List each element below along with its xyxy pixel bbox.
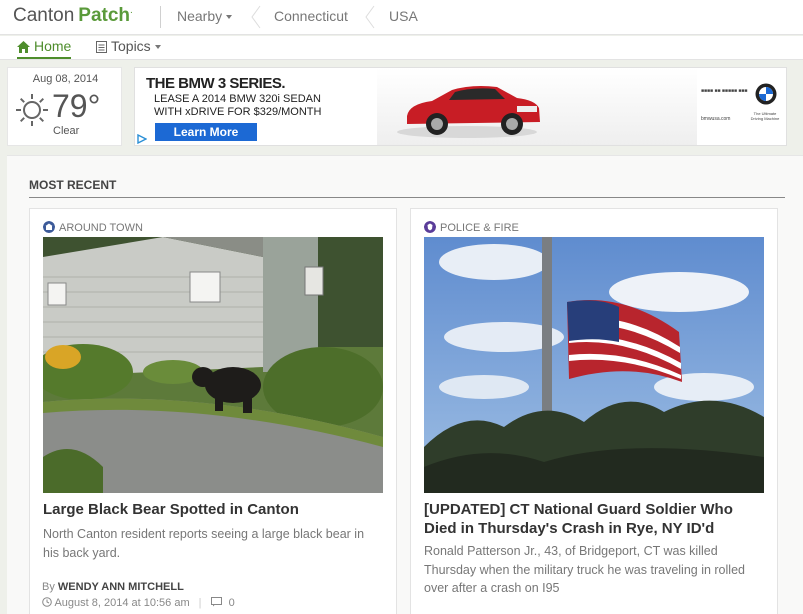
divider (160, 6, 161, 28)
article-meta: August 8, 2014 at 10:56 am | 0 (42, 597, 235, 609)
adchoices-icon[interactable] (137, 134, 147, 144)
town-icon (43, 221, 55, 233)
weather-widget[interactable]: Aug 08, 2014 79° Clear (7, 67, 122, 146)
article-byline: By WENDY ANN MITCHELL (42, 581, 184, 593)
breadcrumb-country[interactable]: USA (389, 8, 418, 24)
article-card[interactable]: POLICE & FIRE [UPDATED] CT National Guar… (410, 208, 778, 614)
article-date: August 8, 2014 at 10:56 am (54, 597, 190, 609)
ad-learn-more-button[interactable]: Learn More (155, 123, 257, 141)
nav-home[interactable]: Home (17, 38, 72, 59)
chevron-right-icon (251, 5, 261, 29)
comment-icon[interactable] (210, 597, 222, 607)
category-label: AROUND TOWN (59, 222, 143, 234)
ad-car-image (377, 68, 697, 145)
bear-photo (43, 237, 383, 493)
author-link[interactable]: WENDY ANN MITCHELL (58, 581, 184, 593)
chevron-right-icon (365, 5, 375, 29)
flag-photo (424, 237, 764, 493)
article-headline[interactable]: Large Black Bear Spotted in Canton (43, 500, 299, 519)
ad-copy: THE BMW 3 SERIES. LEASE A 2014 BMW 320i … (135, 68, 377, 145)
weather-condition: Clear (53, 125, 80, 137)
ad-line-1: LEASE A 2014 BMW 320i SEDAN (154, 93, 321, 105)
logo-town: Canton (13, 5, 75, 26)
breadcrumb-state[interactable]: Connecticut (274, 8, 348, 24)
article-photo[interactable] (43, 237, 383, 493)
article-headline[interactable]: [UPDATED] CT National Guard Soldier Who … (424, 500, 764, 538)
section-title: MOST RECENT (29, 178, 117, 192)
nav-topics-dropdown[interactable]: Topics (96, 38, 161, 54)
site-logo[interactable]: Canton Patch. (13, 5, 133, 27)
nav-home-label: Home (34, 38, 72, 54)
logo-patch: Patch (78, 5, 131, 26)
ad-website: bmwusa.com (701, 116, 731, 122)
article-category[interactable]: POLICE & FIRE (424, 221, 519, 234)
ad-fine-print: ■■■■ ■■ ■■■■■ ■■■ (701, 88, 748, 94)
list-icon (96, 41, 107, 54)
banner-ad[interactable]: THE BMW 3 SERIES. LEASE A 2014 BMW 320i … (134, 67, 787, 146)
caret-down-icon (154, 45, 161, 50)
ad-tagline: The Ultimate Driving Machine (750, 111, 780, 121)
nav-topics-label: Topics (111, 38, 151, 54)
section-divider (29, 197, 785, 198)
category-label: POLICE & FIRE (440, 222, 519, 234)
article-summary: North Canton resident reports seeing a l… (43, 527, 365, 560)
bmw-logo-icon (755, 83, 777, 105)
comment-count[interactable]: 0 (229, 597, 235, 609)
main-content: MOST RECENT AROUND TOWN Large Black Bear… (7, 155, 803, 614)
weather-date: Aug 08, 2014 (32, 73, 99, 85)
weather-temperature: 79° (52, 88, 101, 124)
nav-bar: Home Topics (0, 36, 803, 60)
nearby-label: Nearby (177, 8, 223, 24)
top-bar: Canton Patch. Nearby Connecticut USA (0, 0, 803, 35)
ad-line-2: WITH xDRIVE FOR $329/MONTH (154, 106, 322, 118)
sun-icon (16, 94, 48, 126)
ad-headline: THE BMW 3 SERIES. (146, 75, 286, 92)
police-badge-icon (424, 221, 436, 233)
car-icon (397, 86, 540, 138)
caret-down-icon (226, 15, 233, 20)
by-label: By (42, 581, 55, 593)
article-summary: Ronald Patterson Jr., 43, of Bridgeport,… (424, 544, 745, 595)
nearby-dropdown[interactable]: Nearby (177, 8, 233, 24)
home-icon (17, 41, 30, 54)
article-card[interactable]: AROUND TOWN Large Black Bear Spotted in … (29, 208, 397, 614)
article-photo[interactable] (424, 237, 764, 493)
clock-icon (42, 597, 52, 607)
article-category[interactable]: AROUND TOWN (43, 221, 143, 234)
